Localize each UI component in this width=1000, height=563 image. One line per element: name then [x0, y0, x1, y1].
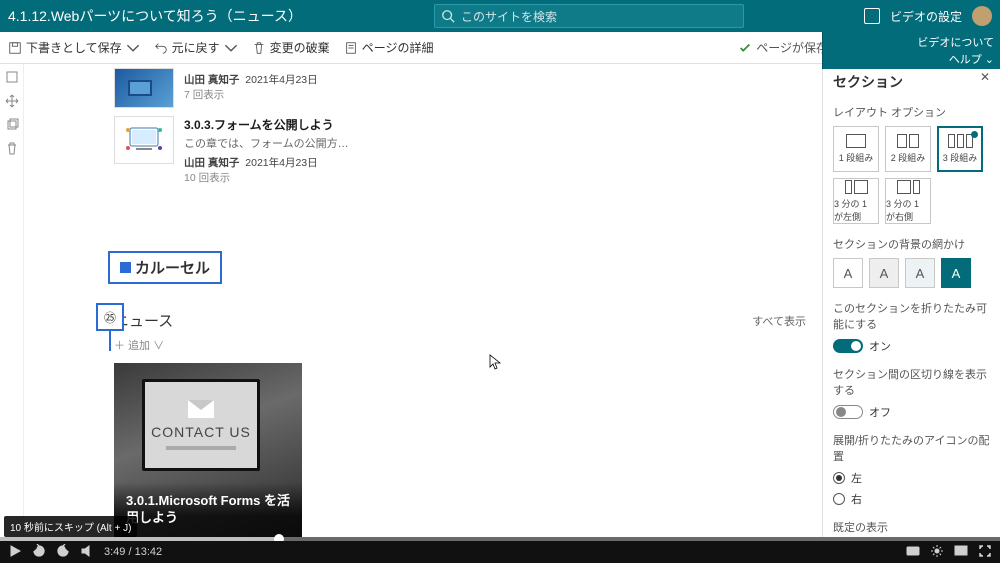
skip-tooltip: 10 秒前にスキップ (Alt + J): [4, 516, 137, 537]
fullscreen-button[interactable]: [978, 544, 992, 561]
news-views: 7 回表示: [184, 87, 318, 102]
news-desc: この章では、フォームの公開方…: [184, 135, 349, 151]
undo-icon: [154, 41, 168, 55]
left-rail: [0, 64, 24, 541]
layout-third-right[interactable]: 3 分の 1 が右側: [885, 178, 931, 224]
settings-button[interactable]: [930, 544, 944, 561]
news-webpart[interactable]: ニュース すべて表示 ＋ 追加 ∨ CONTACT US 3.0.1.Micro…: [114, 310, 806, 541]
search-icon: [441, 9, 455, 23]
icon-pos-label: 展開/折りたたみのアイコンの配置: [833, 432, 990, 464]
card-image: CONTACT US: [142, 379, 260, 471]
video-time: 3:49 / 13:42: [104, 546, 162, 558]
annotation-line: [109, 331, 111, 351]
news-thumb: [114, 116, 174, 164]
chevron-down-icon[interactable]: [224, 41, 238, 55]
card-title: 3.0.1.Microsoft Forms を活用しよう: [126, 492, 290, 527]
details-icon: [344, 41, 358, 55]
chevron-down-icon[interactable]: [126, 41, 140, 55]
shade-soft[interactable]: A: [905, 258, 935, 288]
skip-fwd-button[interactable]: 30: [56, 544, 70, 561]
news-item[interactable]: 3.0.3.フォームを公開しよう この章では、フォームの公開方… 山田 真知子 …: [114, 116, 806, 185]
video-settings-link[interactable]: ビデオの設定: [890, 8, 962, 25]
news-author: 山田 真知子: [184, 74, 239, 86]
save-draft-button[interactable]: 下書きとして保存: [8, 39, 140, 56]
avatar[interactable]: [972, 6, 992, 26]
feedback-icon[interactable]: [864, 8, 880, 24]
news-title: 3.0.3.フォームを公開しよう: [184, 116, 349, 133]
shade-none[interactable]: A: [833, 258, 863, 288]
divider-label: セクション間の区切り線を表示する: [833, 366, 990, 398]
icon-pos-left[interactable]: 左: [833, 470, 990, 486]
video-controls: 10 30 3:49 / 13:42: [0, 541, 1000, 563]
default-display-label: 既定の表示: [833, 519, 990, 535]
panel-title: セクション: [833, 72, 990, 92]
discard-button[interactable]: 変更の破棄: [252, 39, 330, 56]
divider-toggle[interactable]: オフ: [833, 404, 990, 420]
annotation-marker-25: ㉕: [96, 303, 124, 331]
shade-neutral[interactable]: A: [869, 258, 899, 288]
close-icon[interactable]: ✕: [980, 70, 990, 84]
news-date: 2021年4月23日: [245, 157, 317, 169]
search-placeholder: このサイトを検索: [461, 8, 557, 25]
search-input[interactable]: このサイトを検索: [434, 4, 744, 28]
news-item[interactable]: 山田 真知子 2021年4月23日 7 回表示: [114, 68, 806, 108]
shade-strong[interactable]: A: [941, 258, 971, 288]
news-views: 10 回表示: [184, 170, 349, 185]
rail-edit-icon[interactable]: [5, 70, 19, 84]
play-button[interactable]: [8, 544, 22, 561]
svg-text:30: 30: [60, 550, 66, 556]
section-heading-carousel: カルーセル: [108, 251, 222, 284]
show-all-link[interactable]: すべて表示: [752, 313, 806, 329]
layout-label: レイアウト オプション: [833, 104, 990, 120]
trash-icon: [252, 41, 266, 55]
collapse-label: このセクションを折りたたみ可能にする: [833, 300, 990, 332]
shade-label: セクションの背景の網かけ: [833, 236, 990, 252]
page-canvas[interactable]: 山田 真知子 2021年4月23日 7 回表示 3.0.3.フォームを公開しよう…: [24, 64, 822, 541]
layout-1col[interactable]: 1 段組み: [833, 126, 879, 172]
collapse-toggle[interactable]: オン: [833, 338, 990, 354]
square-bullet-icon: [120, 262, 131, 273]
rail-move-icon[interactable]: [5, 94, 19, 108]
news-thumb: [114, 68, 174, 108]
rail-copy-icon[interactable]: [5, 118, 19, 132]
app-topbar: 4.1.12.Webパーツについて知ろう（ニュース） このサイトを検索 ビデオの…: [0, 0, 1000, 32]
skip-back-button[interactable]: 10: [32, 544, 46, 561]
icon-pos-right[interactable]: 右: [833, 491, 990, 507]
news-author: 山田 真知子: [184, 157, 239, 169]
news-date: 2021年4月23日: [245, 74, 317, 86]
rail-delete-icon[interactable]: [5, 142, 19, 156]
svg-text:10: 10: [36, 550, 42, 556]
video-about-link[interactable]: ビデオについて: [917, 34, 994, 50]
page-details-button[interactable]: ページの詳細: [344, 39, 434, 56]
carousel-card[interactable]: CONTACT US 3.0.1.Microsoft Forms を活用しよう: [114, 363, 302, 539]
page-title: 4.1.12.Webパーツについて知ろう（ニュース）: [8, 6, 302, 26]
save-icon: [8, 41, 22, 55]
undo-button[interactable]: 元に戻す: [154, 39, 238, 56]
cc-button[interactable]: [906, 544, 920, 561]
envelope-icon: [188, 400, 214, 418]
pip-button[interactable]: [954, 544, 968, 561]
add-news-button[interactable]: ＋ 追加 ∨: [114, 337, 806, 353]
layout-3col[interactable]: 3 段組み: [937, 126, 983, 172]
help-link[interactable]: ヘルプ ⌄: [949, 51, 994, 67]
layout-2col[interactable]: 2 段組み: [885, 126, 931, 172]
check-icon: [738, 41, 752, 55]
section-properties-panel: セクション ✕ レイアウト オプション 1 段組み 2 段組み 3 段組み 3 …: [822, 64, 1000, 541]
volume-button[interactable]: [80, 544, 94, 561]
layout-third-left[interactable]: 3 分の 1 が左側: [833, 178, 879, 224]
